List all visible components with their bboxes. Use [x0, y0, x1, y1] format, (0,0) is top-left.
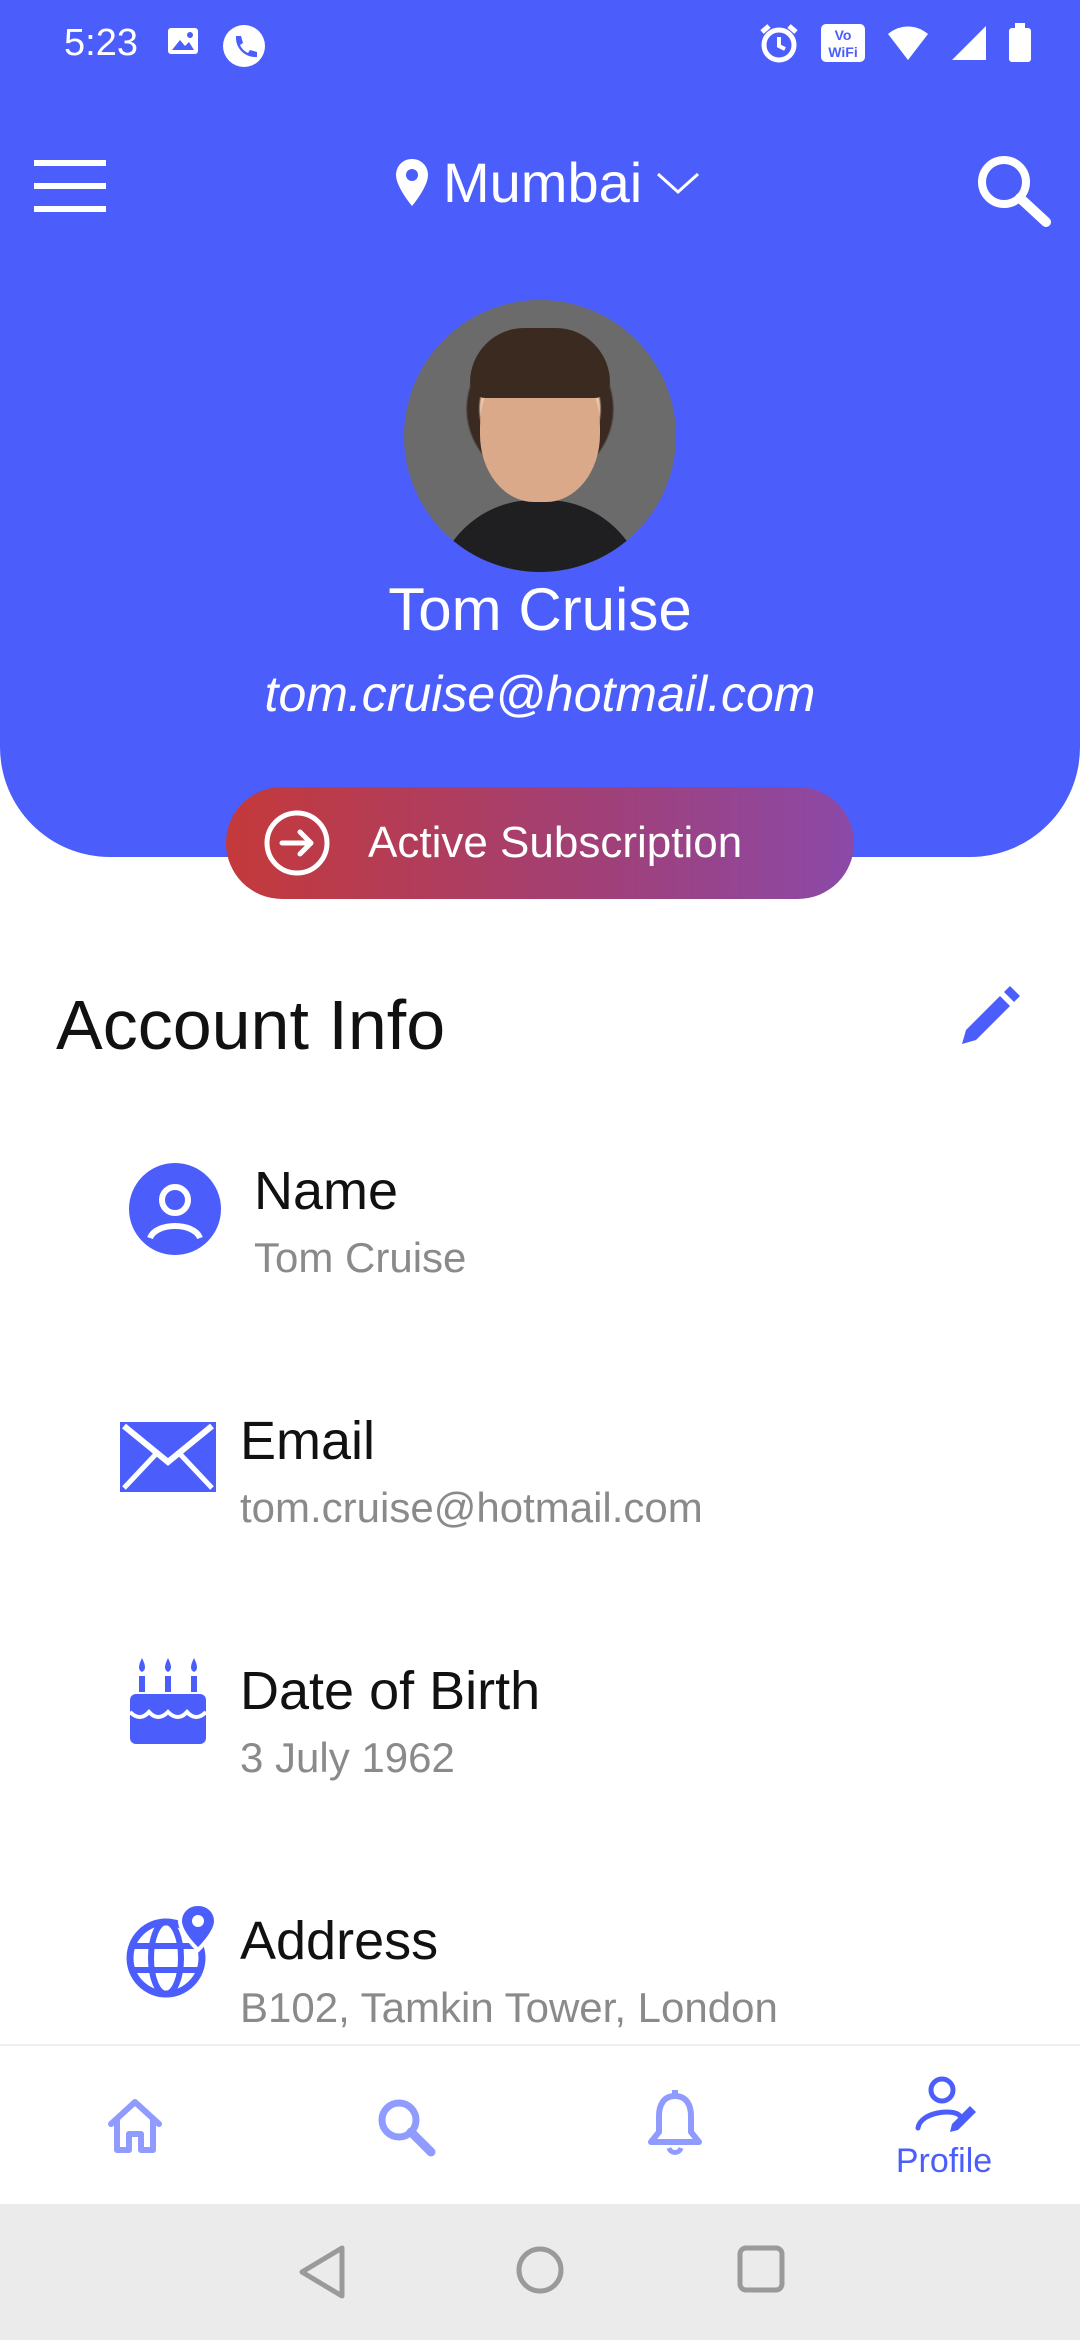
pencil-icon	[962, 986, 1020, 1044]
chevron-down-icon	[657, 172, 700, 194]
dob-value: 3 July 1962	[240, 1734, 455, 1781]
globe-pin-icon	[126, 1902, 219, 1998]
user-circle-icon	[129, 1163, 221, 1255]
system-navigation-bar	[0, 2204, 1080, 2340]
recents-icon[interactable]	[736, 2244, 786, 2294]
menu-button[interactable]	[34, 158, 106, 214]
nav-profile[interactable]: Profile	[884, 2046, 1004, 2206]
arrow-circle-right-icon	[264, 810, 330, 876]
info-row-email: Email tom.cruise@hotmail.com	[0, 1410, 1080, 1570]
active-subscription-button[interactable]: Active Subscription	[226, 787, 854, 899]
address-label: Address	[240, 1911, 439, 1971]
dob-label: Date of Birth	[240, 1661, 541, 1721]
profile-email: tom.cruise@hotmail.com	[264, 666, 816, 722]
info-row-dob: Date of Birth 3 July 1962	[0, 1658, 1080, 1820]
battery-icon	[1008, 23, 1032, 68]
nav-home[interactable]	[75, 2046, 195, 2206]
menu-icon	[34, 160, 106, 212]
envelope-icon	[120, 1422, 216, 1492]
image-icon	[166, 24, 200, 73]
home-icon	[108, 2099, 162, 2153]
svg-text:WiFi: WiFi	[828, 44, 857, 60]
alarm-icon	[758, 22, 800, 69]
section-title: Account Info	[56, 986, 446, 1064]
back-icon[interactable]	[296, 2244, 348, 2300]
home-circle-icon[interactable]	[514, 2244, 566, 2296]
svg-text:Vo: Vo	[835, 27, 852, 43]
location-city: Mumbai	[443, 151, 643, 214]
name-value: Tom Cruise	[254, 1234, 467, 1281]
edit-button[interactable]	[958, 986, 1020, 1048]
location-pin-icon	[396, 158, 428, 206]
email-label: Email	[240, 1411, 376, 1471]
nav-search[interactable]	[345, 2046, 465, 2206]
avatar[interactable]	[404, 300, 676, 572]
nav-profile-label: Profile	[895, 2142, 993, 2180]
bell-icon	[648, 2090, 702, 2155]
profile-name: Tom Cruise	[388, 576, 692, 643]
wifi-icon	[886, 24, 930, 67]
subscription-label: Active Subscription	[368, 818, 743, 867]
status-time: 5:23	[64, 22, 138, 64]
email-value: tom.cruise@hotmail.com	[240, 1484, 703, 1531]
birthday-cake-icon	[128, 1658, 208, 1744]
location-selector[interactable]: Mumbai	[395, 150, 700, 215]
search-icon	[378, 2099, 436, 2157]
profile-edit-icon	[915, 2076, 976, 2132]
nav-notifications[interactable]	[615, 2046, 735, 2206]
info-row-name: Name Tom Cruise	[0, 1160, 1080, 1320]
phone-call-icon	[222, 24, 266, 73]
name-label: Name	[254, 1161, 399, 1221]
bottom-navigation: Profile	[0, 2044, 1080, 2206]
status-bar: 5:23 Vo WiFi	[0, 0, 1080, 96]
vowifi-icon: Vo WiFi	[820, 23, 866, 68]
address-value: B102, Tamkin Tower, London	[240, 1984, 778, 2031]
signal-icon	[950, 24, 988, 67]
search-icon	[978, 156, 1051, 227]
search-button[interactable]	[972, 150, 1052, 230]
